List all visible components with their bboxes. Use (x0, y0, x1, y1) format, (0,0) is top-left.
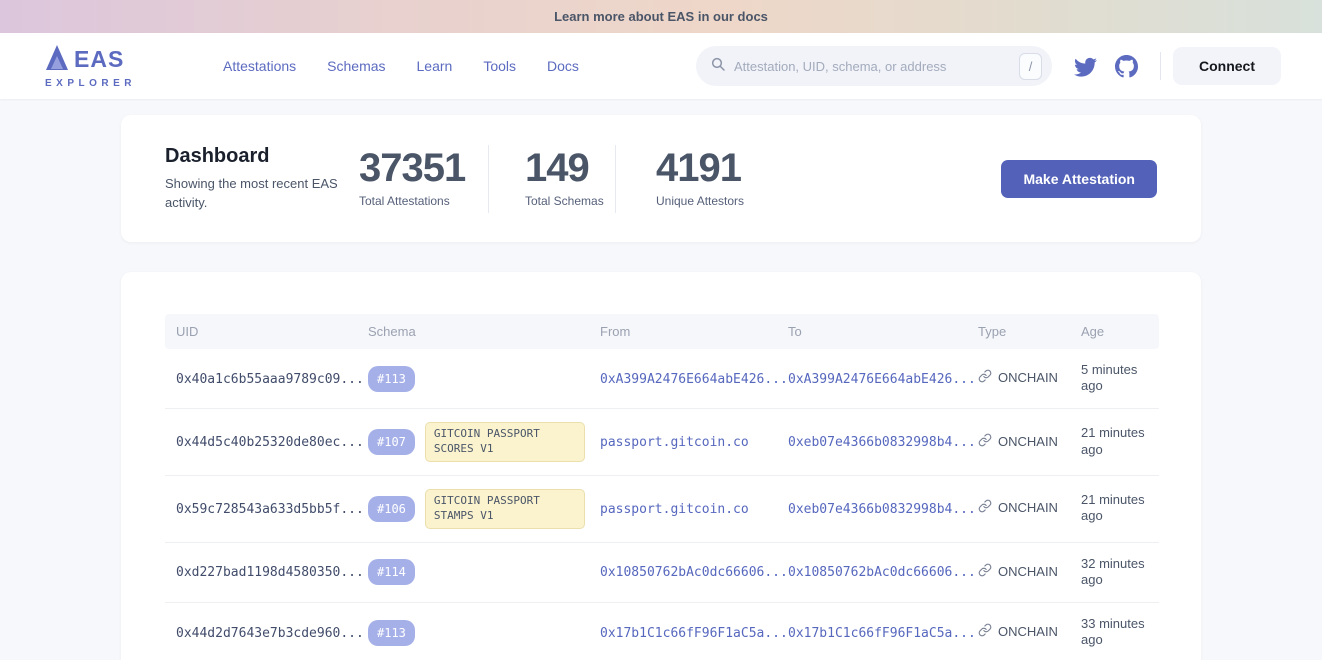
table-row[interactable]: 0x59c728543a633d5bb5f... #106 GITCOIN PA… (165, 475, 1159, 542)
schema-id-badge[interactable]: #113 (368, 366, 415, 392)
nav-schemas[interactable]: Schemas (327, 58, 385, 74)
table-row[interactable]: 0x40a1c6b55aaa9789c09... #113 0xA399A247… (165, 349, 1159, 409)
stat-total-attestations: 37351 Total Attestations (359, 147, 488, 210)
type-cell: ONCHAIN (978, 623, 1058, 640)
stat-value: 149 (525, 147, 615, 189)
type-cell: ONCHAIN (978, 433, 1058, 450)
from-address-link[interactable]: passport.gitcoin.co (600, 435, 749, 450)
to-address-link[interactable]: 0xeb07e4366b0832998b4... (788, 435, 976, 450)
to-address-link[interactable]: 0x17b1C1c66fF96F1aC5a... (788, 626, 976, 641)
uid-link[interactable]: 0x59c728543a633d5bb5f... (176, 502, 364, 517)
eas-logo-icon (45, 44, 69, 76)
nav-docs[interactable]: Docs (547, 58, 579, 74)
stat-total-schemas: 149 Total Schemas (489, 147, 615, 210)
column-header-to: To (777, 314, 967, 349)
search-bar[interactable]: / (696, 46, 1052, 86)
stat-unique-attestors: 4191 Unique Attestors (616, 147, 744, 210)
type-label: ONCHAIN (998, 500, 1058, 515)
from-address-link[interactable]: 0x10850762bAc0dc66606... (600, 565, 788, 580)
social-links (1074, 55, 1138, 78)
column-header-type: Type (967, 314, 1070, 349)
age-label: 21 minutes ago (1081, 425, 1155, 458)
table-row[interactable]: 0x44d2d7643e7b3cde960... #113 0x17b1C1c6… (165, 602, 1159, 660)
table-body: 0x40a1c6b55aaa9789c09... #113 0xA399A247… (165, 349, 1159, 660)
connect-button[interactable]: Connect (1173, 47, 1281, 85)
column-header-from: From (589, 314, 777, 349)
github-icon[interactable] (1115, 55, 1138, 78)
schema-id-badge[interactable]: #106 (368, 496, 415, 522)
type-cell: ONCHAIN (978, 563, 1058, 580)
attestations-table: UID Schema From To Type Age 0x40a1c6b55a… (165, 314, 1159, 660)
twitter-icon[interactable] (1074, 55, 1097, 78)
chain-link-icon (978, 433, 992, 450)
nav-tools[interactable]: Tools (483, 58, 516, 74)
nav-attestations[interactable]: Attestations (223, 58, 296, 74)
table-row[interactable]: 0x44d5c40b25320de80ec... #107 GITCOIN PA… (165, 409, 1159, 476)
dashboard-card: Dashboard Showing the most recent EAS ac… (121, 115, 1201, 242)
stat-value: 4191 (656, 147, 744, 189)
docs-banner[interactable]: Learn more about EAS in our docs (0, 0, 1322, 33)
type-cell: ONCHAIN (978, 499, 1058, 516)
schema-id-badge[interactable]: #113 (368, 620, 415, 646)
uid-link[interactable]: 0x44d2d7643e7b3cde960... (176, 626, 364, 641)
page-content: Dashboard Showing the most recent EAS ac… (0, 99, 1322, 660)
stat-label: Total Attestations (359, 193, 488, 210)
type-label: ONCHAIN (998, 370, 1058, 385)
from-address-link[interactable]: 0x17b1C1c66fF96F1aC5a... (600, 626, 788, 641)
dashboard-stats: 37351 Total Attestations 149 Total Schem… (359, 145, 744, 213)
age-label: 21 minutes ago (1081, 492, 1155, 525)
from-address-link[interactable]: passport.gitcoin.co (600, 502, 749, 517)
chain-link-icon (978, 623, 992, 640)
type-cell: ONCHAIN (978, 369, 1058, 386)
stat-value: 37351 (359, 147, 488, 189)
slash-shortcut-badge: / (1019, 53, 1042, 80)
main-nav: Attestations Schemas Learn Tools Docs (223, 58, 579, 74)
column-header-age: Age (1070, 314, 1159, 349)
schema-id-badge[interactable]: #114 (368, 559, 415, 585)
table-row[interactable]: 0xd227bad1198d4580350... #114 0x10850762… (165, 542, 1159, 602)
schema-name-badge[interactable]: GITCOIN PASSPORT STAMPS V1 (425, 489, 585, 529)
search-input[interactable] (734, 59, 1019, 74)
eas-logo[interactable]: EAS EXPLORER (45, 44, 165, 89)
nav-learn[interactable]: Learn (417, 58, 453, 74)
stat-label: Unique Attestors (656, 193, 744, 210)
header: EAS EXPLORER Attestations Schemas Learn … (0, 33, 1322, 99)
schema-name-badge[interactable]: GITCOIN PASSPORT SCORES V1 (425, 422, 585, 462)
uid-link[interactable]: 0xd227bad1198d4580350... (176, 565, 364, 580)
to-address-link[interactable]: 0x10850762bAc0dc66606... (788, 565, 976, 580)
schema-id-badge[interactable]: #107 (368, 429, 415, 455)
uid-link[interactable]: 0x40a1c6b55aaa9789c09... (176, 372, 364, 387)
attestations-table-card: UID Schema From To Type Age 0x40a1c6b55a… (121, 272, 1201, 660)
docs-banner-text[interactable]: Learn more about EAS in our docs (554, 9, 768, 24)
age-label: 32 minutes ago (1081, 556, 1155, 589)
from-address-link[interactable]: 0xA399A2476E664abE426... (600, 372, 788, 387)
search-icon (710, 56, 726, 77)
type-label: ONCHAIN (998, 624, 1058, 639)
header-divider (1160, 52, 1161, 80)
chain-link-icon (978, 499, 992, 516)
column-header-schema: Schema (357, 314, 589, 349)
to-address-link[interactable]: 0xeb07e4366b0832998b4... (788, 502, 976, 517)
type-label: ONCHAIN (998, 434, 1058, 449)
stat-label: Total Schemas (525, 193, 615, 210)
to-address-link[interactable]: 0xA399A2476E664abE426... (788, 372, 976, 387)
table-header: UID Schema From To Type Age (165, 314, 1159, 349)
age-label: 33 minutes ago (1081, 616, 1155, 649)
logo-subtitle: EXPLORER (45, 78, 136, 89)
type-label: ONCHAIN (998, 564, 1058, 579)
dashboard-intro: Dashboard Showing the most recent EAS ac… (165, 145, 359, 213)
uid-link[interactable]: 0x44d5c40b25320de80ec... (176, 435, 364, 450)
make-attestation-button[interactable]: Make Attestation (1001, 160, 1157, 198)
logo-title: EAS (74, 48, 124, 71)
chain-link-icon (978, 369, 992, 386)
page-title: Dashboard (165, 145, 359, 168)
column-header-uid: UID (165, 314, 357, 349)
chain-link-icon (978, 563, 992, 580)
page-subtitle: Showing the most recent EAS activity. (165, 175, 343, 213)
age-label: 5 minutes ago (1081, 362, 1155, 395)
